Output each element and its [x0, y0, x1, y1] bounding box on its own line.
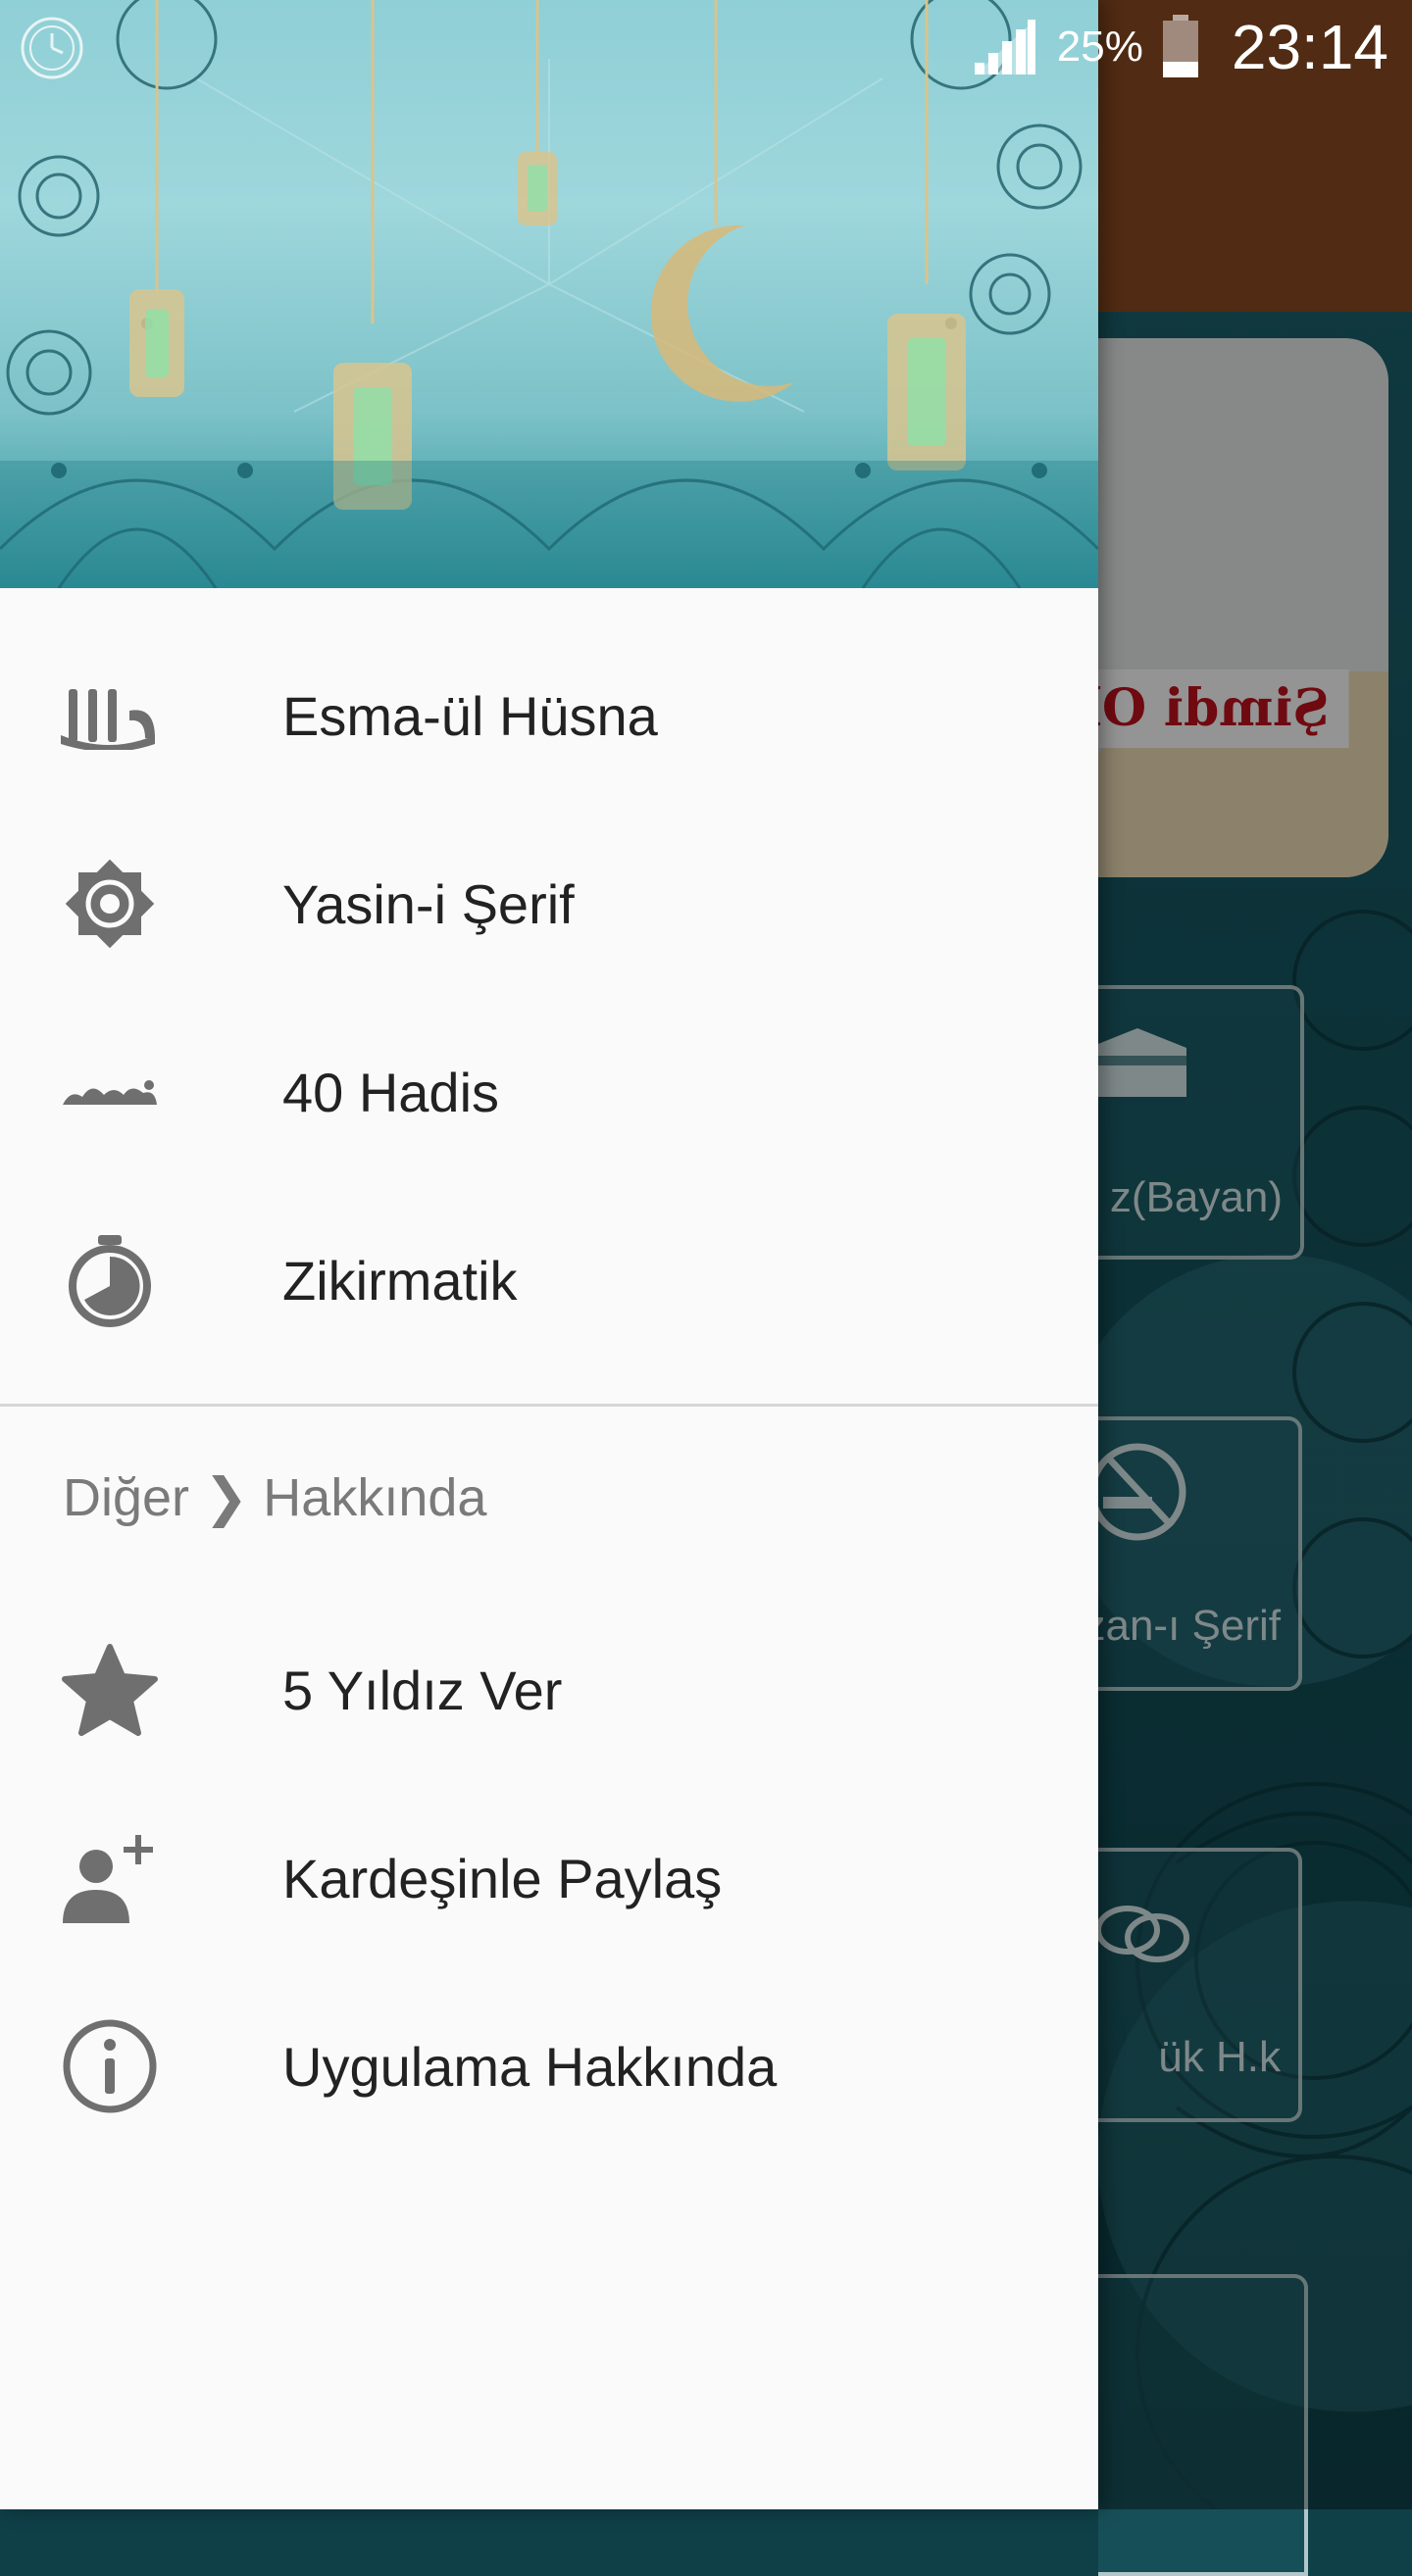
clock-logo-icon [21, 17, 83, 79]
menu-item-zikirmatik[interactable]: Zikirmatik [0, 1186, 1098, 1374]
menu-item-label: Zikirmatik [282, 1249, 518, 1312]
menu-item-about-app[interactable]: Uygulama Hakkında [0, 1972, 1098, 2160]
status-bar: 25% 23:14 [0, 0, 1412, 94]
menu-item-yasin-i-serif[interactable]: Yasin-i Şerif [0, 810, 1098, 998]
menu-item-label: Uygulama Hakkında [282, 2035, 778, 2098]
info-icon [61, 2017, 159, 2115]
rub-el-hizb-icon [61, 855, 159, 953]
menu-divider [0, 1404, 1098, 1407]
stopwatch-icon [61, 1231, 159, 1329]
menu-item-40-hadis[interactable]: 40 Hadis [0, 998, 1098, 1186]
star-icon [61, 1641, 159, 1739]
battery-percent: 25% [1056, 23, 1143, 71]
menu-item-share[interactable]: Kardeşinle Paylaş [0, 1784, 1098, 1972]
menu-item-label: Yasin-i Şerif [282, 872, 575, 935]
muhammad-calligraphy-icon [61, 1043, 159, 1141]
section-title-other: Diğer ❯ Hakkında [63, 1468, 487, 1527]
signal-strength-icon [974, 20, 1035, 74]
battery-icon [1162, 15, 1198, 77]
menu-item-label: 40 Hadis [282, 1061, 500, 1123]
menu-item-label: Kardeşinle Paylaş [282, 1847, 723, 1909]
navigation-drawer: Esma-ül Hüsna Yasin-i Şerif 40 Hadis Zik… [0, 0, 1098, 2509]
menu-item-esma-ul-husna[interactable]: Esma-ül Hüsna [0, 621, 1098, 810]
menu-item-label: 5 Yıldız Ver [282, 1659, 563, 1721]
status-time: 23:14 [1231, 12, 1388, 82]
allah-calligraphy-icon [61, 667, 159, 765]
menu-item-rate-5-stars[interactable]: 5 Yıldız Ver [0, 1596, 1098, 1784]
menu-item-label: Esma-ül Hüsna [282, 684, 658, 747]
add-person-icon [61, 1829, 159, 1927]
